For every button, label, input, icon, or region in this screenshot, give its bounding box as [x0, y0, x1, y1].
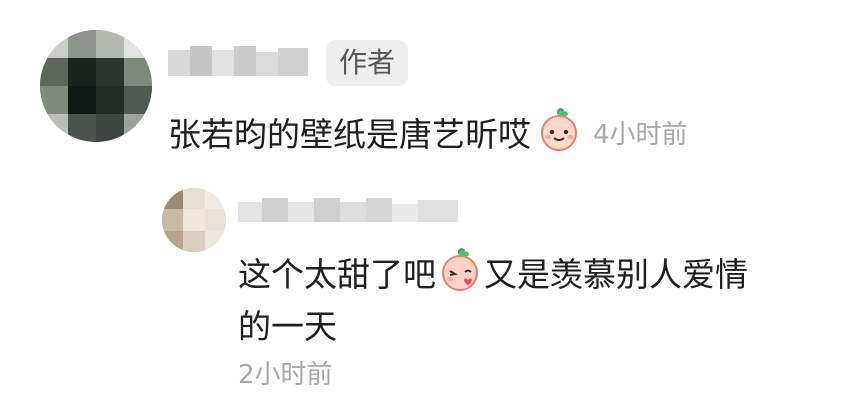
timestamp: 2小时前	[238, 360, 333, 390]
reply-line-2: 的一天	[238, 298, 838, 350]
reply-body[interactable]: 这个太甜了吧 又是羡慕别人爱情 的一天 2小时前	[238, 246, 838, 391]
comment-text: 张若昀的壁纸是唐艺昕哎	[168, 115, 531, 154]
reply-text-part-3: 的一天	[238, 307, 337, 346]
username-blurred[interactable]	[168, 44, 318, 80]
reply-line-1: 这个太甜了吧 又是羡慕别人爱情	[238, 246, 838, 298]
avatar[interactable]	[40, 30, 152, 142]
timestamp: 4小时前	[593, 119, 688, 150]
avatar[interactable]	[162, 188, 226, 252]
username-blurred[interactable]	[238, 196, 468, 226]
reply-text-part-2: 又是羡慕别人爱情	[484, 255, 748, 294]
reply-text-part-1: 这个太甜了吧	[238, 255, 436, 294]
peach-smile-emoji	[537, 108, 581, 156]
author-badge: 作者	[326, 40, 408, 86]
peach-kiss-emoji	[438, 248, 482, 296]
comment-body[interactable]: 张若昀的壁纸是唐艺昕哎 4小时前	[168, 104, 688, 160]
